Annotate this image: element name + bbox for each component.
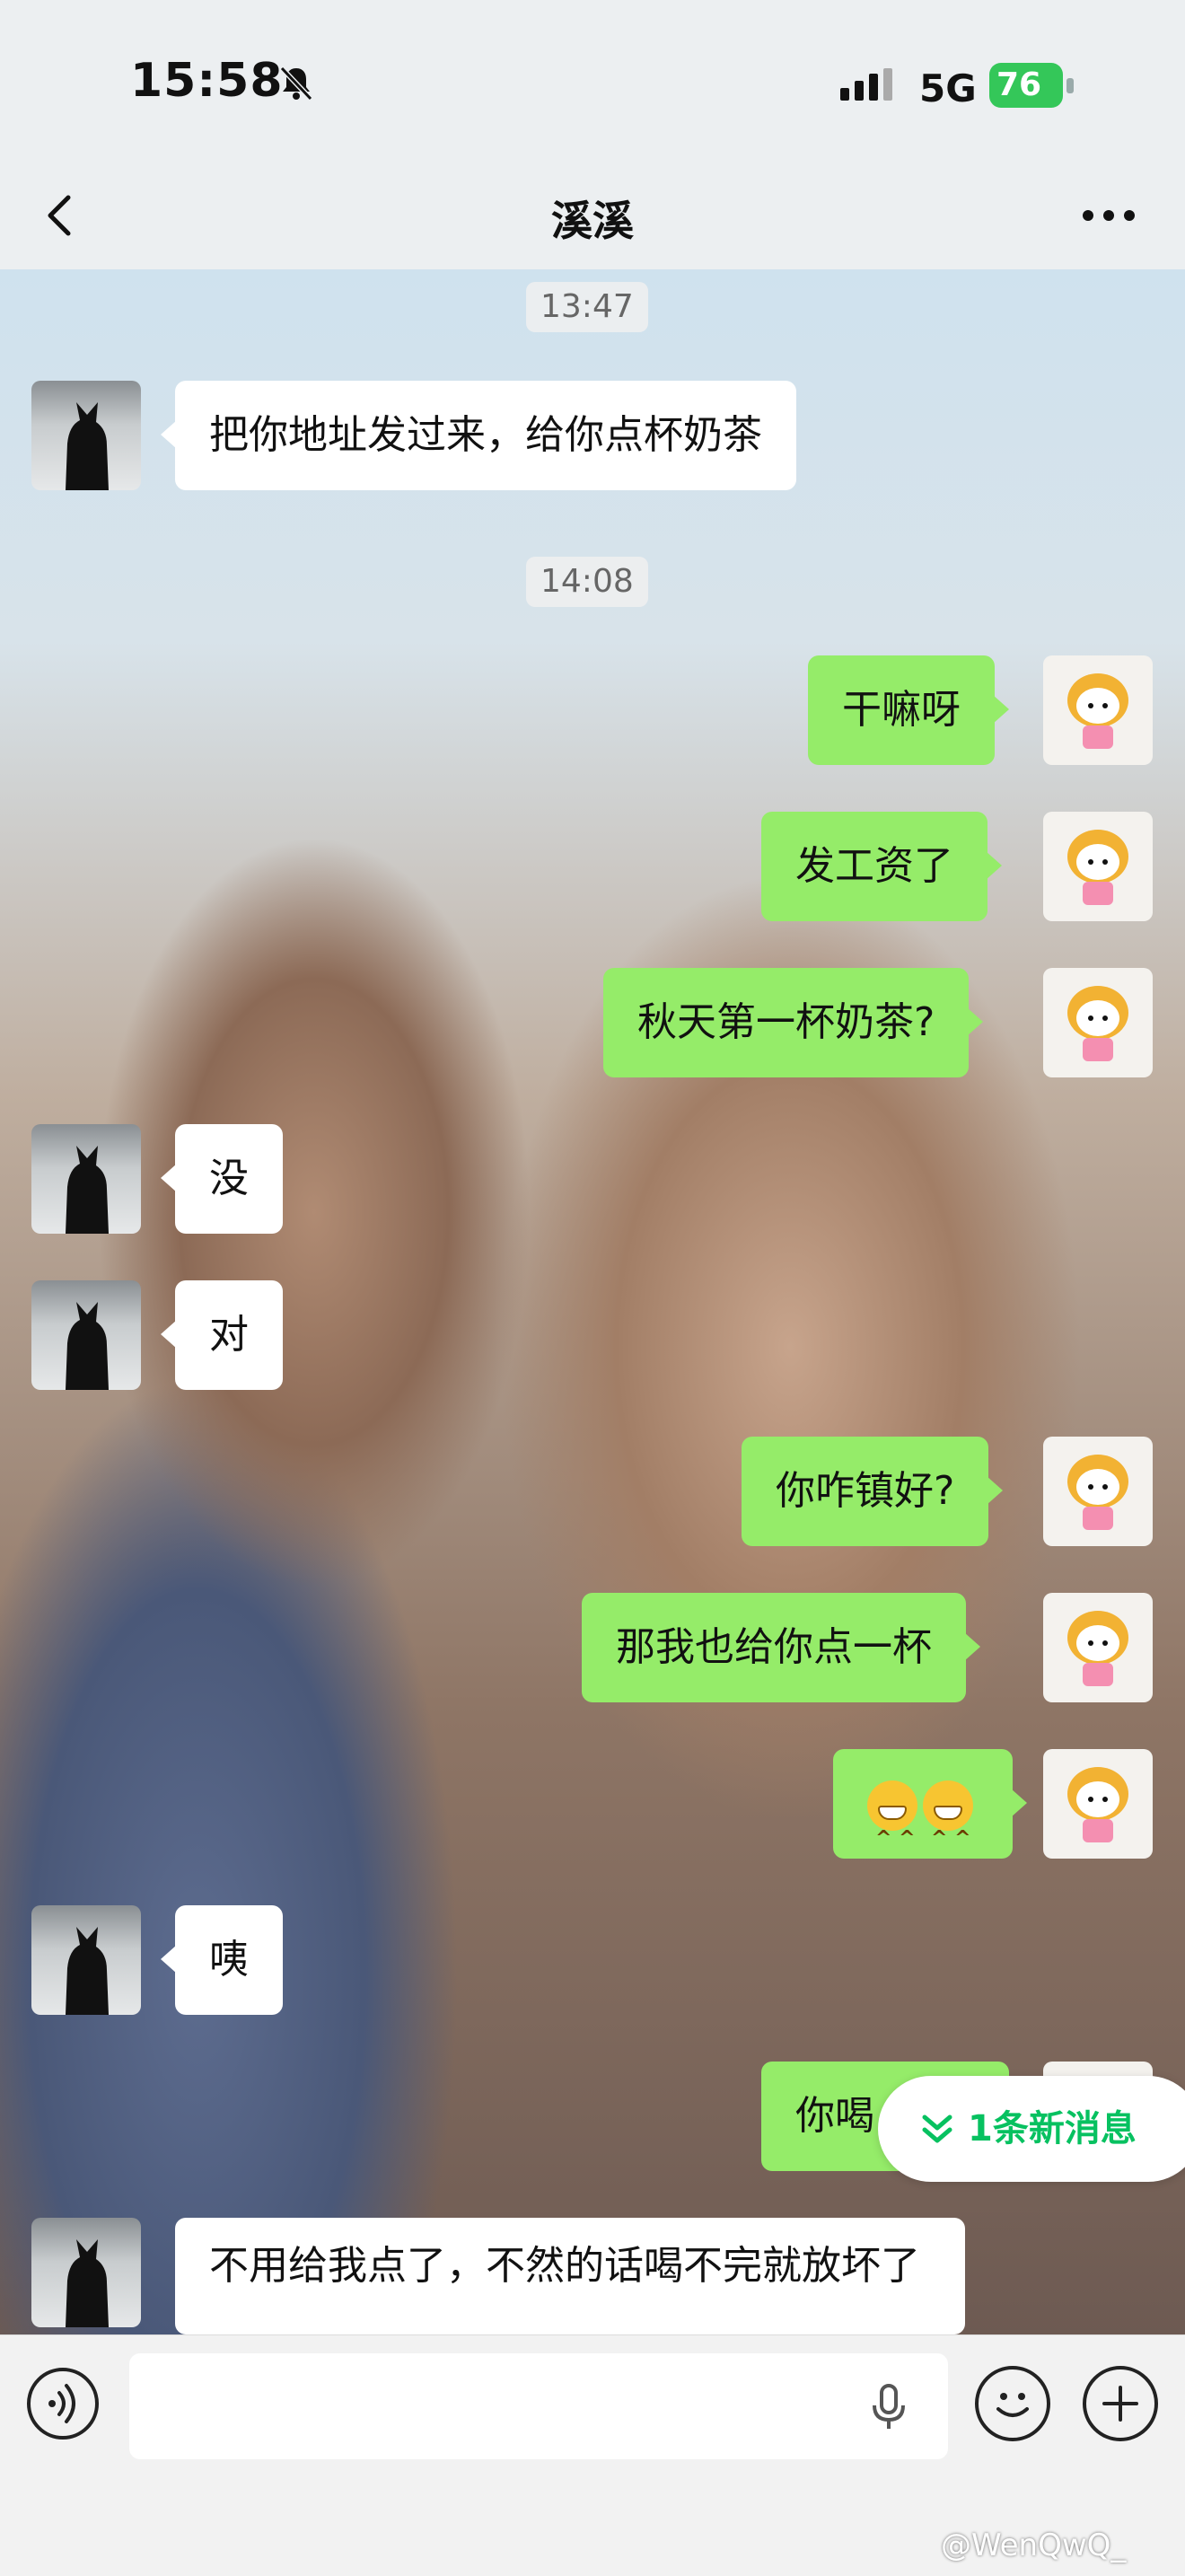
message-bubble-outgoing[interactable]: 秋天第一杯奶茶?	[603, 968, 984, 1077]
hello-kitty-avatar-icon	[1067, 673, 1128, 749]
message-bubble-outgoing[interactable]	[833, 1749, 1027, 1894]
user-avatar[interactable]	[1043, 1437, 1153, 1546]
battery-nub	[1066, 78, 1074, 93]
grin-emoji-icon	[923, 1780, 973, 1894]
user-avatar[interactable]	[1043, 1593, 1153, 1702]
timestamp: 13:47	[526, 282, 648, 332]
message-input[interactable]	[129, 2353, 948, 2459]
voice-input-button[interactable]	[27, 2368, 99, 2440]
black-cat-icon	[66, 1146, 109, 1234]
chat-area[interactable]: 13:47 把你地址发过来，给你点杯奶茶 14:08 干嘛呀 发工资了 秋天第一…	[0, 269, 1185, 2334]
black-cat-icon	[66, 1927, 109, 2015]
new-messages-label: 1条新消息	[968, 2108, 1137, 2150]
grin-emoji-icon	[867, 1780, 917, 1894]
status-time: 15:58	[130, 54, 284, 108]
voice-wave-icon	[48, 2384, 75, 2423]
input-bar: @WenQwQ_	[0, 2334, 1185, 2576]
hello-kitty-avatar-icon	[1067, 1767, 1128, 1842]
contact-avatar[interactable]	[31, 1905, 141, 2015]
silent-bell-icon	[279, 66, 313, 101]
plus-icon	[1102, 2386, 1138, 2422]
smiley-icon	[996, 2393, 1029, 2417]
contact-avatar[interactable]	[31, 381, 141, 490]
battery-indicator: 76	[989, 63, 1075, 108]
user-avatar[interactable]	[1043, 1749, 1153, 1859]
network-type: 5G	[919, 66, 977, 110]
hello-kitty-avatar-icon	[1067, 1611, 1128, 1686]
user-avatar[interactable]	[1043, 812, 1153, 921]
message-bubble-incoming[interactable]: 对	[161, 1280, 283, 1390]
message-bubble-outgoing[interactable]: 发工资了	[761, 812, 1002, 921]
hello-kitty-avatar-icon	[1067, 986, 1128, 1061]
microphone-icon[interactable]	[862, 2380, 916, 2434]
watermark: @WenQwQ_	[941, 2528, 1127, 2563]
user-avatar[interactable]	[1043, 655, 1153, 765]
chat-title: 溪溪	[551, 197, 634, 245]
contact-avatar[interactable]	[31, 1124, 141, 1234]
user-avatar[interactable]	[1043, 968, 1153, 1077]
timestamp: 14:08	[526, 557, 648, 607]
new-messages-pill[interactable]: 1条新消息	[878, 2076, 1185, 2182]
chat-header: 溪溪	[0, 162, 1185, 270]
black-cat-icon	[66, 402, 109, 490]
double-chevron-down-icon	[922, 2114, 952, 2143]
message-bubble-incoming[interactable]: 没	[161, 1124, 283, 1234]
hello-kitty-avatar-icon	[1067, 1455, 1128, 1530]
battery-level: 76	[989, 63, 1063, 108]
hello-kitty-avatar-icon	[1067, 830, 1128, 905]
signal-icon	[840, 68, 892, 101]
black-cat-icon	[66, 1302, 109, 1390]
message-bubble-incoming[interactable]: 不用给我点了，不然的话喝不完就放坏了	[175, 2218, 965, 2334]
message-bubble-outgoing[interactable]: 你咋镇好?	[742, 1437, 1004, 1546]
contact-avatar[interactable]	[31, 1280, 141, 1390]
more-actions-button[interactable]	[1083, 2366, 1158, 2441]
message-bubble-outgoing[interactable]: 那我也给你点一杯	[582, 1593, 980, 1702]
contact-avatar[interactable]	[31, 2218, 141, 2327]
black-cat-icon	[66, 2239, 109, 2327]
emoji-button[interactable]	[975, 2366, 1050, 2441]
message-bubble-incoming[interactable]: 咦	[161, 1905, 283, 2015]
status-bar: 15:58 5G 76	[0, 0, 1185, 162]
message-bubble-outgoing[interactable]: 干嘛呀	[808, 655, 1009, 765]
more-options-icon[interactable]	[1077, 198, 1140, 233]
message-bubble-incoming[interactable]: 把你地址发过来，给你点杯奶茶	[161, 381, 796, 490]
